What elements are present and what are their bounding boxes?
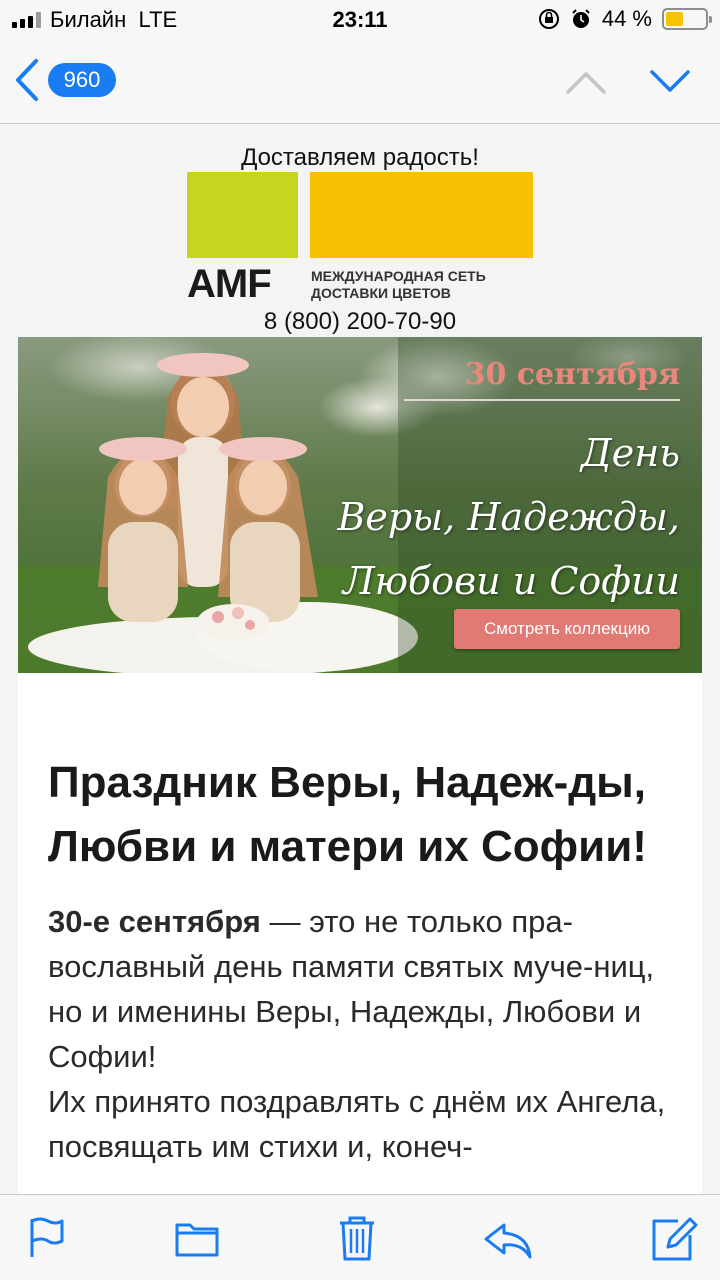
- article: Праздник Веры, Надеж-ды, Любви и матери …: [18, 673, 702, 1194]
- logo-network-text: МЕЖДУНАРОДНАЯ СЕТЬ ДОСТАВКИ ЦВЕТОВ: [311, 268, 486, 302]
- banner-headline-line1: День: [580, 431, 680, 475]
- promo-banner[interactable]: 30 сентября День Веры, Надежды, Любови и…: [18, 337, 702, 673]
- status-indicators: 44 %: [538, 6, 712, 32]
- move-to-folder-button[interactable]: [172, 1213, 222, 1263]
- reply-button[interactable]: [482, 1213, 532, 1263]
- email-body[interactable]: Доставляем радость! AMF МЕЖДУНАРОДНАЯ СЕ…: [0, 124, 720, 1194]
- message-navigation: [564, 62, 692, 102]
- flag-button[interactable]: [22, 1213, 72, 1263]
- article-title: Праздник Веры, Надеж-ды, Любви и матери …: [48, 758, 647, 871]
- compose-icon: [652, 1217, 698, 1261]
- unread-count-badge: 960: [48, 63, 116, 97]
- battery-icon: [662, 8, 712, 30]
- mail-nav-bar: 960: [0, 40, 720, 124]
- chevron-down-icon[interactable]: [648, 62, 692, 102]
- battery-percent: 44 %: [601, 6, 652, 31]
- phone-number[interactable]: 8 (800) 200-70-90: [0, 308, 720, 336]
- chevron-left-icon: [16, 59, 38, 101]
- back-button[interactable]: 960: [14, 58, 116, 102]
- mail-toolbar: [0, 1194, 720, 1280]
- logo-network-line1: МЕЖДУНАРОДНАЯ СЕТЬ: [311, 268, 486, 284]
- reply-icon: [484, 1223, 532, 1259]
- logo-yellow-square: [310, 172, 533, 258]
- delete-button[interactable]: [332, 1213, 382, 1263]
- banner-divider: [404, 399, 680, 401]
- banner-headline-line2: Веры, Надежды,: [337, 495, 680, 539]
- banner-headline: День Веры, Надежды, Любови и Софии: [320, 421, 680, 613]
- amf-logo[interactable]: AMF МЕЖДУНАРОДНАЯ СЕТЬ ДОСТАВКИ ЦВЕТОВ: [187, 172, 533, 304]
- orientation-lock-icon: [538, 9, 559, 29]
- folder-icon: [175, 1223, 219, 1257]
- article-paragraph: 30-е сентября — это не только пра-вослав…: [48, 899, 672, 1169]
- flag-icon: [30, 1217, 64, 1257]
- alarm-icon: [572, 9, 590, 28]
- banner-date: 30 сентября: [464, 357, 680, 392]
- email-tagline: Доставляем радость!: [241, 144, 479, 171]
- article-lead-bold: 30-е сентября: [48, 904, 261, 939]
- logo-brand-text: AMF: [187, 262, 272, 306]
- chevron-up-icon[interactable]: [564, 62, 608, 102]
- banner-headline-line3: Любови и Софии: [342, 559, 680, 603]
- article-paragraph-2: Их принято поздравлять с днём их Ангела,…: [48, 1084, 666, 1164]
- logo-green-square: [187, 172, 298, 258]
- battery-fill: [666, 12, 683, 26]
- compose-button[interactable]: [648, 1213, 698, 1263]
- status-bar: Билайн LTE 23:11 44 %: [0, 0, 720, 40]
- trash-icon: [340, 1216, 374, 1261]
- logo-network-line2: ДОСТАВКИ ЦВЕТОВ: [311, 285, 451, 301]
- view-collection-button[interactable]: Смотреть коллекцию: [454, 609, 680, 649]
